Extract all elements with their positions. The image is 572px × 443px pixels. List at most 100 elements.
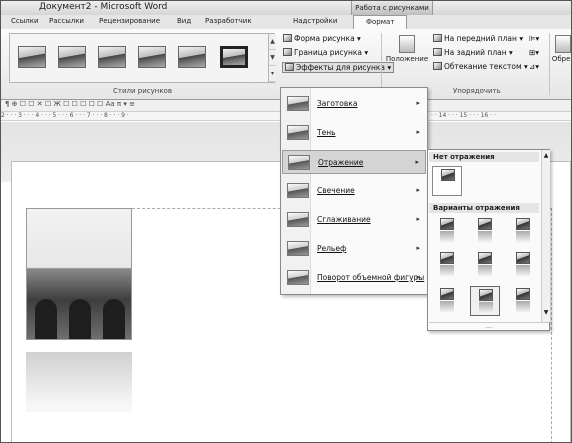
reflection-preview-icon: [516, 252, 530, 264]
word-window: Документ2 - Microsoft Word Работа с рису…: [0, 0, 572, 443]
reflection-variant-5[interactable]: [470, 250, 500, 280]
context-tab-title: Работа с рисунками: [351, 1, 433, 15]
submenu-scrollbar[interactable]: ▲ ▼: [541, 150, 550, 322]
text-wrap-button[interactable]: Обтекание текстом ▾: [433, 62, 528, 71]
menu-item-shadow[interactable]: Тень ▸: [282, 121, 426, 145]
reflection-preview-icon: [478, 252, 492, 264]
ribbon-tabs: Ссылки Рассылки Рецензирование Вид Разра…: [1, 15, 571, 29]
ruler-left: 2 · · · 3 · · · 4 · · · 5 · · · 6 · · · …: [1, 112, 129, 119]
tab-view[interactable]: Вид: [177, 17, 191, 25]
reflection-preview-icon: [478, 218, 492, 230]
position-button[interactable]: Положение: [385, 35, 429, 63]
tab-format[interactable]: Формат: [353, 15, 408, 29]
submenu-arrow-icon: ▸: [416, 99, 420, 107]
preset-icon: [287, 96, 309, 111]
picture-style-6[interactable]: [220, 46, 248, 68]
window-title: Документ2 - Microsoft Word: [39, 2, 168, 12]
arch-shape: [103, 299, 125, 339]
reflection-variant-6[interactable]: [508, 250, 538, 280]
gallery-more-icon[interactable]: ▾: [269, 66, 276, 82]
picture-effects-button[interactable]: Эффекты для рисунка ▾: [282, 62, 395, 73]
divider: [549, 33, 550, 95]
shape-icon: [283, 34, 292, 42]
reflection-variants-header: Варианты отражения: [429, 203, 539, 213]
inserted-picture[interactable]: [26, 208, 132, 340]
align-icon[interactable]: ⊫▾: [529, 34, 539, 43]
picture-style-2[interactable]: [58, 46, 86, 68]
glow-icon: [287, 183, 309, 198]
reflection-preview-icon: [440, 218, 454, 230]
bevel-icon: [287, 241, 309, 256]
picture-styles-label: Стили рисунков: [113, 87, 172, 95]
reflection-variant-8[interactable]: [470, 286, 500, 316]
reflection-preview-icon: [479, 289, 493, 301]
tab-developer[interactable]: Разработчик: [205, 17, 252, 25]
arch-shape: [69, 299, 91, 339]
gallery-down-icon[interactable]: ▼: [269, 50, 276, 66]
reflection-preview-icon: [440, 288, 454, 300]
divider: [381, 33, 382, 95]
reflection-variant-7[interactable]: [432, 286, 462, 316]
tab-references[interactable]: Ссылки: [11, 17, 39, 25]
picture-style-5[interactable]: [178, 46, 206, 68]
menu-item-3d-rotation[interactable]: Поворот объемной фигуры ▸: [282, 266, 426, 290]
reflection-submenu: Нет отражения Варианты отражения ▲ ▼ ...…: [427, 149, 550, 331]
rotate-icon[interactable]: ⊿▾: [529, 62, 539, 71]
crop-button[interactable]: Обрез: [551, 35, 571, 63]
scroll-up-icon[interactable]: ▲: [542, 152, 550, 159]
ruler-right: · · 14 · · · 15 · · · 16 · ·: [431, 112, 496, 119]
submenu-arrow-icon: ▸: [416, 273, 420, 281]
scroll-down-icon[interactable]: ▼: [542, 309, 550, 316]
bring-front-button[interactable]: На передний план ▾: [433, 34, 523, 43]
position-icon: [399, 35, 415, 53]
shadow-icon: [287, 125, 309, 140]
reflection-variant-3[interactable]: [508, 216, 538, 246]
menu-item-soft-edges[interactable]: Сглаживание ▸: [282, 208, 426, 232]
reflection-icon: [288, 155, 310, 170]
send-back-button[interactable]: На задний план ▾: [433, 48, 513, 57]
submenu-arrow-icon: ▸: [415, 158, 419, 166]
soft-edges-icon: [287, 212, 309, 227]
tab-review[interactable]: Рецензирование: [99, 17, 160, 25]
gallery-up-icon[interactable]: ▲: [269, 34, 276, 50]
reflection-preview-icon: [440, 252, 454, 264]
picture-styles-gallery: ▲ ▼ ▾: [9, 33, 276, 83]
picture-style-3[interactable]: [98, 46, 126, 68]
submenu-arrow-icon: ▸: [416, 215, 420, 223]
menu-item-reflection[interactable]: Отражение ▸: [282, 150, 426, 174]
submenu-arrow-icon: ▸: [416, 186, 420, 194]
submenu-resize-grip[interactable]: ....: [429, 322, 549, 331]
arch-shape: [35, 299, 57, 339]
effects-icon: [285, 63, 294, 71]
tab-addins[interactable]: Надстройки: [293, 17, 337, 25]
picture-shape-button[interactable]: Форма рисунка ▾: [283, 34, 361, 43]
reflection-preview-icon: [441, 169, 455, 181]
text-boundary: [551, 208, 552, 442]
menu-item-preset[interactable]: Заготовка ▸: [282, 92, 426, 116]
menu-item-bevel[interactable]: Рельеф ▸: [282, 237, 426, 261]
menu-item-glow[interactable]: Свечение ▸: [282, 179, 426, 203]
no-reflection-option[interactable]: [432, 166, 462, 196]
crop-icon: [555, 35, 571, 53]
picture-style-4[interactable]: [138, 46, 166, 68]
bring-front-icon: [433, 34, 442, 42]
no-reflection-header: Нет отражения: [429, 152, 539, 162]
submenu-arrow-icon: ▸: [416, 244, 420, 252]
reflection-variant-4[interactable]: [432, 250, 462, 280]
tab-mailings[interactable]: Рассылки: [49, 17, 84, 25]
rotation-3d-icon: [287, 270, 309, 285]
reflection-variant-2[interactable]: [470, 216, 500, 246]
reflection-preview-icon: [516, 288, 530, 300]
send-back-icon: [433, 48, 442, 56]
group-icon[interactable]: ⊞▾: [529, 48, 539, 57]
reflection-variant-9[interactable]: [508, 286, 538, 316]
arrange-label: Упорядочить: [453, 87, 501, 95]
picture-border-button[interactable]: Граница рисунка ▾: [283, 48, 368, 57]
picture-reflection: [26, 352, 132, 412]
title-bar: Документ2 - Microsoft Word Работа с рису…: [1, 1, 571, 15]
picture-style-1[interactable]: [18, 46, 46, 68]
wrap-icon: [433, 62, 442, 70]
gallery-scroll[interactable]: ▲ ▼ ▾: [268, 34, 276, 82]
reflection-variant-1[interactable]: [432, 216, 462, 246]
border-icon: [283, 48, 292, 56]
